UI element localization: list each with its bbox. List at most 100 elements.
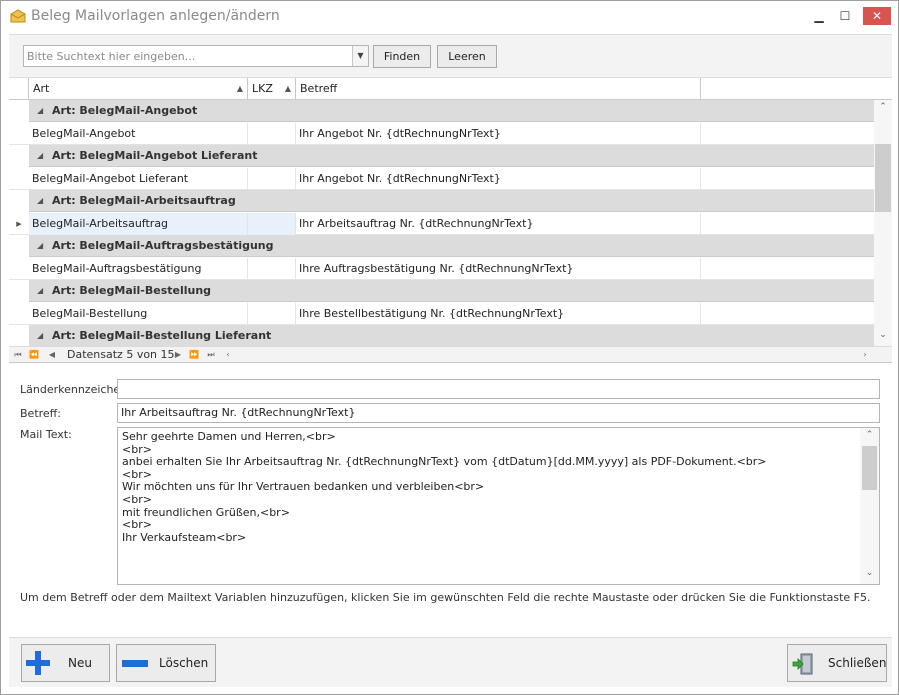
next-page-icon[interactable]: ⏩ [187, 348, 201, 362]
mail-template-window: Beleg Mailvorlagen anlegen/ändern ▁ ☐ ✕ … [0, 0, 899, 695]
row-indicator [9, 280, 29, 302]
cell-betreff[interactable]: Ihr Arbeitsauftrag Nr. {dtRechnungNrText… [296, 212, 701, 235]
close-button-label: Schließen [828, 656, 887, 670]
mailtext-line: <br> [122, 518, 152, 532]
cell-lkz[interactable] [248, 212, 296, 235]
row-indicator-header [9, 78, 29, 100]
mailtext-line: Ihr Verkaufsteam<br> [122, 530, 247, 544]
bottom-toolbar: Neu Löschen Schließen [9, 637, 892, 687]
mailtext-line: <br> [122, 492, 152, 506]
betreff-label: Betreff: [20, 407, 61, 420]
chevron-down-icon[interactable]: ▼ [352, 46, 368, 66]
cell-art[interactable]: BelegMail-Auftragsbestätigung [29, 257, 248, 280]
exit-door-icon [792, 653, 813, 675]
next-record-icon[interactable]: ▶ [171, 348, 185, 362]
cell-betreff[interactable]: Ihre Bestellbestätigung Nr. {dtRechnungN… [296, 302, 701, 325]
last-record-icon[interactable]: ⏭ [204, 348, 218, 362]
cell-lkz[interactable] [248, 257, 296, 280]
window-title: Beleg Mailvorlagen anlegen/ändern [31, 8, 280, 24]
new-button[interactable]: Neu [21, 644, 110, 682]
collapse-triangle-icon[interactable]: ◢ [37, 235, 43, 257]
table-row[interactable]: BelegMail-Angebot Ihr Angebot Nr. {dtRech… [9, 122, 874, 145]
current-row-arrow-icon: ▶ [16, 219, 22, 228]
find-button[interactable]: Finden [373, 45, 431, 68]
row-indicator [9, 325, 29, 346]
cell-art[interactable]: BelegMail-Arbeitsauftrag [29, 212, 248, 235]
group-row[interactable]: ◢ Art: BelegMail-Auftragsbestätigung [9, 235, 874, 257]
group-row[interactable]: ◢ Art: BelegMail-Angebot [9, 100, 874, 122]
minimize-button[interactable]: ▁ [807, 7, 831, 25]
cell-art[interactable]: BelegMail-Angebot [29, 122, 248, 145]
scroll-up-icon[interactable]: ⌃ [860, 430, 879, 440]
close-window-button[interactable]: ✕ [863, 7, 891, 25]
mailtext-editor[interactable]: Sehr geehrte Damen und Herren,<br> <br> an… [117, 427, 880, 585]
scroll-right-icon[interactable]: › [858, 348, 872, 362]
grid-vertical-scrollbar[interactable]: ⌃ ⌄ [874, 100, 892, 346]
cell-art[interactable]: BelegMail-Bestellung [29, 302, 248, 325]
delete-button[interactable]: Löschen [116, 644, 216, 682]
table-row[interactable]: BelegMail-Angebot Lieferant Ihr Angebot N… [9, 167, 874, 190]
cell-betreff[interactable]: Ihr Angebot Nr. {dtRechnungNrText} [296, 167, 701, 190]
mailtext-line: mit freundlichen Grüßen,<br> [122, 505, 290, 519]
scroll-left-icon[interactable]: ‹ [221, 348, 235, 362]
cell-betreff[interactable]: Ihr Angebot Nr. {dtRechnungNrText} [296, 122, 701, 145]
mailtext-content[interactable]: Sehr geehrte Damen und Herren,<br> <br> an… [122, 430, 858, 544]
cell-lkz[interactable] [248, 167, 296, 190]
collapse-triangle-icon[interactable]: ◢ [37, 280, 43, 302]
clear-button[interactable]: Leeren [437, 45, 497, 68]
column-header-betreff[interactable]: Betreff [296, 78, 701, 100]
first-record-icon[interactable]: ⏮ [11, 348, 25, 362]
cell-betreff[interactable]: Ihre Auftragsbestätigung Nr. {dtRechnung… [296, 257, 701, 280]
row-indicator [9, 123, 29, 145]
scrollbar-thumb[interactable] [862, 446, 877, 490]
laenderkennzeichen-label: Länderkennzeichen [20, 383, 128, 396]
table-row[interactable]: ▶ BelegMail-Arbeitsauftrag Ihr Arbeitsauft… [9, 212, 874, 235]
collapse-triangle-icon[interactable]: ◢ [37, 325, 43, 346]
group-row[interactable]: ◢ Art: BelegMail-Angebot Lieferant [9, 145, 874, 167]
mail-template-icon [10, 9, 26, 23]
group-row[interactable]: ◢ Art: BelegMail-Bestellung [9, 280, 874, 302]
column-header-art[interactable]: Art ▲ [29, 78, 248, 100]
betreff-field[interactable]: Ihr Arbeitsauftrag Nr. {dtRechnungNrText… [117, 403, 880, 423]
maximize-button[interactable]: ☐ [833, 7, 857, 25]
group-label: Art: BelegMail-Angebot [52, 104, 198, 117]
cell-art[interactable]: BelegMail-Angebot Lieferant [29, 167, 248, 190]
table-row[interactable]: BelegMail-Bestellung Ihre Bestellbestätig… [9, 302, 874, 325]
delete-button-label: Löschen [159, 656, 209, 670]
variables-hint: Um dem Betreff oder dem Mailtext Variabl… [20, 591, 871, 604]
group-row[interactable]: ◢ Art: BelegMail-Arbeitsauftrag [9, 190, 874, 212]
sort-ascending-icon: ▲ [236, 84, 243, 93]
close-button[interactable]: Schließen [787, 644, 887, 682]
previous-page-icon[interactable]: ⏪ [27, 348, 41, 362]
cell-lkz[interactable] [248, 302, 296, 325]
scrollbar-thumb[interactable] [875, 144, 891, 212]
scroll-up-icon[interactable]: ⌃ [874, 102, 892, 116]
new-button-label: Neu [68, 656, 92, 670]
laenderkennzeichen-field[interactable] [117, 379, 880, 399]
group-label: Art: BelegMail-Arbeitsauftrag [52, 194, 236, 207]
mailtext-label: Mail Text: [20, 428, 72, 441]
table-row[interactable]: BelegMail-Auftragsbestätigung Ihre Auftra… [9, 257, 874, 280]
column-header-label: Art [33, 82, 50, 95]
scroll-down-icon[interactable]: ⌄ [860, 568, 879, 578]
mailtext-vertical-scrollbar[interactable]: ⌃ ⌄ [860, 428, 879, 584]
group-row[interactable]: ◢ Art: BelegMail-Bestellung Lieferant [9, 325, 874, 346]
column-header-label: Betreff [300, 82, 338, 95]
collapse-triangle-icon[interactable]: ◢ [37, 190, 43, 212]
group-label: Art: BelegMail-Angebot Lieferant [52, 149, 258, 162]
minus-icon [122, 660, 148, 667]
search-input[interactable] [24, 46, 350, 66]
previous-record-icon[interactable]: ◀ [45, 348, 59, 362]
collapse-triangle-icon[interactable]: ◢ [37, 145, 43, 167]
row-indicator [9, 235, 29, 257]
column-header-lkz[interactable]: LKZ ▲ [248, 78, 296, 100]
search-bar: ▼ Finden Leeren [9, 34, 892, 78]
scroll-down-icon[interactable]: ⌄ [874, 330, 892, 344]
row-indicator [9, 145, 29, 167]
collapse-triangle-icon[interactable]: ◢ [37, 100, 43, 122]
mailtext-line: Wir möchten uns für Ihr Vertrauen bedank… [122, 480, 485, 494]
row-indicator [9, 100, 29, 122]
cell-lkz[interactable] [248, 122, 296, 145]
row-indicator [9, 190, 29, 212]
mailtext-line: anbei erhalten Sie Ihr Arbeitsauftrag Nr… [122, 455, 767, 469]
